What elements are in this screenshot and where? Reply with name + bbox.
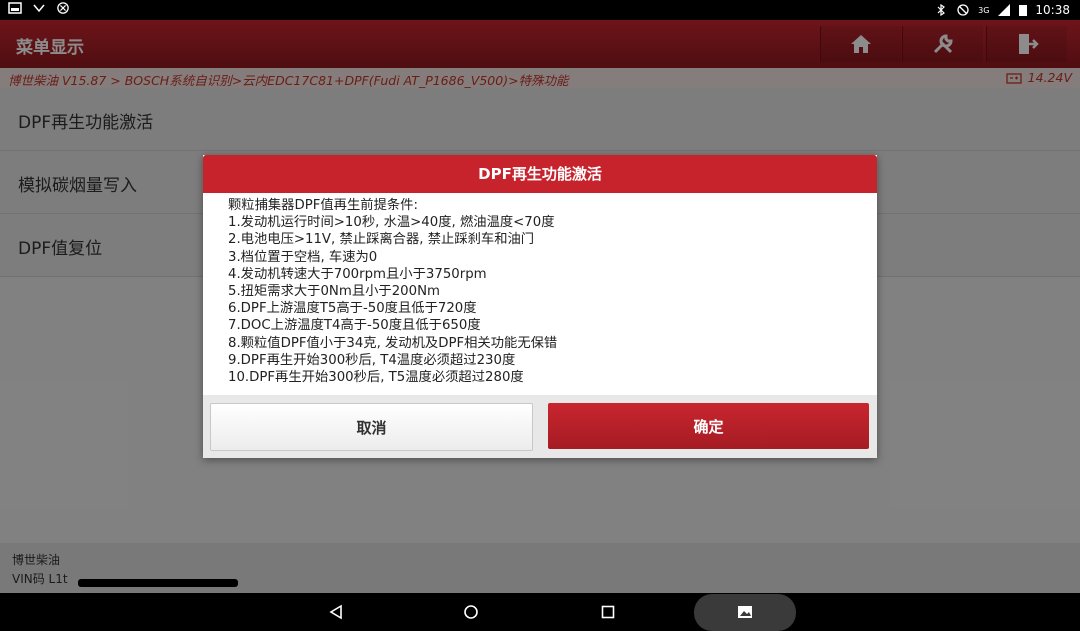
network-type: 3G [978, 5, 990, 15]
cancel-button[interactable]: 取消 [210, 403, 533, 451]
condition-line: 1.发动机运行时间>10秒, 水温>40度, 燃油温度<70度 [228, 215, 555, 231]
signal-icon [998, 4, 1011, 16]
status-bar: 3G 10:38 [0, 0, 1080, 20]
condition-line: 10.DPF再生开始300秒后, T5温度必须超过280度 [228, 370, 524, 386]
screenshot-button[interactable] [734, 601, 756, 623]
dpf-regeneration-dialog: DPF再生功能激活 颗粒捕集器DPF值再生前提条件: 1.发动机运行时间>10秒… [203, 155, 877, 458]
dialog-footer: 取消 确定 [203, 395, 877, 458]
image-notification-icon [8, 2, 22, 14]
condition-line: 2.电池电压>11V, 禁止踩离合器, 禁止踩刹车和油门 [228, 232, 535, 248]
bluetooth-icon [937, 4, 946, 16]
condition-line: 4.发动机转速大于700rpm且小于3750rpm [228, 266, 487, 282]
square-recents-icon [601, 605, 615, 619]
recents-button[interactable] [597, 601, 619, 623]
condition-line: 8.颗粒值DPF值小于34克, 发动机及DPF相关功能无保错 [228, 335, 558, 351]
confirm-button[interactable]: 确定 [548, 403, 869, 449]
condition-line: 3.档位置于空档, 车速为0 [228, 249, 378, 265]
circle-home-icon [464, 605, 478, 619]
usb-debug-icon [33, 4, 45, 13]
picture-icon [738, 606, 752, 618]
do-not-disturb-icon [957, 4, 969, 16]
android-debug-icon [57, 2, 69, 14]
android-nav-bar [0, 593, 1080, 631]
dialog-title: DPF再生功能激活 [203, 155, 877, 193]
back-button[interactable] [325, 601, 347, 623]
back-icon [329, 604, 342, 620]
condition-line: 9.DPF再生开始300秒后, T4温度必须超过230度 [228, 352, 516, 368]
condition-line: 6.DPF上游温度T5高于-50度且低于720度 [228, 301, 477, 317]
home-nav-button[interactable] [460, 601, 482, 623]
clock: 10:38 [1035, 3, 1070, 17]
condition-line: 5.扭矩需求大于0Nm且小于200Nm [228, 284, 440, 300]
condition-line: 7.DOC上游温度T4高于-50度且低于650度 [228, 318, 481, 334]
condition-line: 颗粒捕集器DPF值再生前提条件: [228, 198, 418, 213]
dialog-message: 颗粒捕集器DPF值再生前提条件: 1.发动机运行时间>10秒, 水温>40度, … [228, 197, 557, 386]
battery-icon [1019, 5, 1028, 16]
